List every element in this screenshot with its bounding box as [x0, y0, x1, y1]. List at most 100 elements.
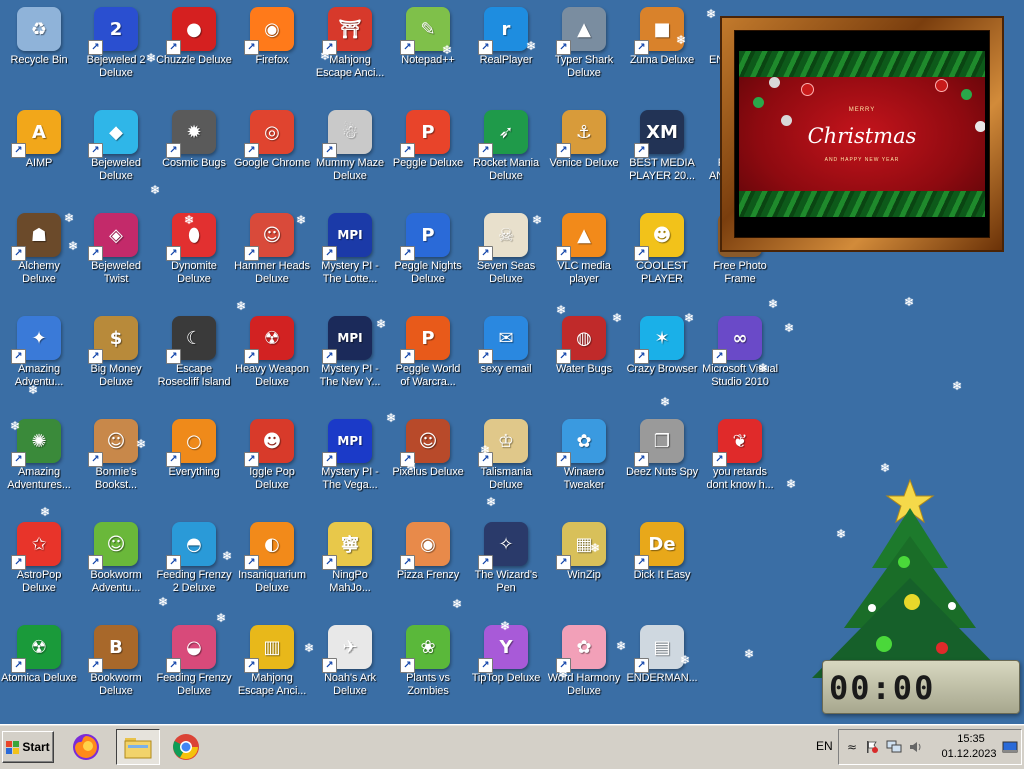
chrome-taskbar-button[interactable] [164, 729, 208, 765]
desktop-icon-label: Recycle Bin [10, 54, 68, 66]
desktop-icon-venice[interactable]: ⚓ ↗ Venice Deluxe [545, 103, 623, 203]
action-center-flag-icon[interactable] [863, 738, 881, 756]
explorer-taskbar-button[interactable] [116, 729, 160, 765]
desktop-icon-mystery-pi-vegas[interactable]: MPI ↗ Mystery PI - The Vega... [311, 412, 389, 512]
desktop-icon-enderman-window[interactable]: ▤ ↗ ENDERMAN... [623, 618, 701, 718]
desktop-icon-noahs-ark-dove[interactable]: ✈ ↗ Noah's Ark Deluxe [311, 618, 389, 718]
desktop-icon-atomica[interactable]: ☢ ↗ Atomica Deluxe [0, 618, 78, 718]
desktop-icon-talismania[interactable]: ♔ ↗ Talismania Deluxe [467, 412, 545, 512]
desktop-icon-notepad-plus-plus[interactable]: ✎ ↗ Notepad++ [389, 0, 467, 100]
desktop-icon-water-bugs[interactable]: ◍ ↗ Water Bugs [545, 309, 623, 409]
desktop-icon-aimp[interactable]: A ↗ AIMP [0, 103, 78, 203]
digital-clock-widget[interactable]: 00:00 [822, 660, 1020, 714]
desktop-icon-bookworm-adventures[interactable]: ☺ ↗ Bookworm Adventu... [77, 515, 155, 615]
desktop-icon-cosmic-bugs[interactable]: ✹ ↗ Cosmic Bugs [155, 103, 233, 203]
desktop-icon-heavy-weapon[interactable]: ☢ ↗ Heavy Weapon Deluxe [233, 309, 311, 409]
desktop-icon-word-harmony[interactable]: ✿ ↗ Word Harmony Deluxe [545, 618, 623, 718]
desktop-icon-chuzzle[interactable]: ● ↗ Chuzzle Deluxe [155, 0, 233, 100]
red-bird-icon: ❦ ↗ [712, 419, 762, 467]
desktop-icon-label: Winaero Tweaker [563, 466, 605, 491]
desktop-icon-label: Typer Shark Deluxe [554, 54, 614, 79]
tray-expand-chevron-icon[interactable]: ≈ [843, 738, 861, 756]
desktop-icon-bookworm[interactable]: B ↗ Bookworm Deluxe [77, 618, 155, 718]
desktop-icon-pixelus[interactable]: ☺ ↗ Pixelus Deluxe [389, 412, 467, 512]
desktop-icon-hammer-heads[interactable]: ☺ ↗ Hammer Heads Deluxe [233, 206, 311, 306]
desktop-icon-feeding-frenzy[interactable]: ◒ ↗ Feeding Frenzy Deluxe [155, 618, 233, 718]
desktop-icon-coolest-player[interactable]: ☻ ↗ COOLEST PLAYER [623, 206, 701, 306]
desktop-icon-ningpo-mahjong[interactable]: 寧 ↗ NingPo MahJo... [311, 515, 389, 615]
desktop-icon-everything-search[interactable]: ○ ↗ Everything [155, 412, 233, 512]
desktop-icon-de-letters[interactable]: De ↗ Dick It Easy [623, 515, 701, 615]
desktop-icon-pizza-frenzy[interactable]: ◉ ↗ Pizza Frenzy [389, 515, 467, 615]
language-indicator[interactable]: EN [816, 739, 833, 753]
tray-clock-time[interactable]: 15:35 [947, 733, 995, 745]
volume-icon[interactable] [907, 738, 925, 756]
desktop-icon-alchemy[interactable]: ☗ ↗ Alchemy Deluxe [0, 206, 78, 306]
desktop-icon-realplayer[interactable]: r ↗ RealPlayer [467, 0, 545, 100]
notepad-plus-plus-icon: ✎ ↗ [400, 7, 450, 55]
desktop-icon-winzip[interactable]: ▦ ↗ WinZip [545, 515, 623, 615]
desktop-icon-astropop[interactable]: ✩ ↗ AstroPop Deluxe [0, 515, 78, 615]
desktop-icon-label: Dynomite Deluxe [171, 260, 217, 285]
desktop-icon-amazing-adventures[interactable]: ✦ ↗ Amazing Adventu... [0, 309, 78, 409]
desktop-icon-label: Plants vs Zombies [406, 672, 450, 697]
desktop-icon-winaero-tweaker[interactable]: ✿ ↗ Winaero Tweaker [545, 412, 623, 512]
desktop-icon-wizards-pen[interactable]: ✧ ↗ The Wizard's Pen [467, 515, 545, 615]
desktop-icon-plants-vs-zombies[interactable]: ❀ ↗ Plants vs Zombies [389, 618, 467, 718]
desktop-icon-amazing-adventures-2[interactable]: ✺ ↗ Amazing Adventures... [0, 412, 78, 512]
desktop-icon-typer-shark[interactable]: ▲ ↗ Typer Shark Deluxe [545, 0, 623, 100]
desktop-icon-vlc[interactable]: ▲ ↗ VLC media player [545, 206, 623, 306]
enderman-window-icon: ▤ ↗ [634, 625, 684, 673]
tray-clock-date[interactable]: 01.12.2023 [939, 748, 999, 760]
desktop-icon-visual-studio[interactable]: ∞ ↗ Microsoft Visual Studio 2010 [701, 309, 779, 409]
desktop-icon-bejeweled[interactable]: ◆ ↗ Bejeweled Deluxe [77, 103, 155, 203]
desktop-icon-bonnies-bookstore[interactable]: ☺ ↗ Bonnie's Bookst... [77, 412, 155, 512]
chrome-icon: ◎ ↗ [244, 110, 294, 158]
desktop-icon-label: Seven Seas Deluxe [476, 260, 536, 285]
firefox-taskbar-button[interactable] [64, 729, 108, 765]
desktop[interactable]: ♻ Recycle Bin 2 ↗ Bejeweled 2 Deluxe ● ↗ Chuzzl… [0, 0, 1024, 724]
desktop-icon-tiptop[interactable]: Y ↗ TipTop Deluxe [467, 618, 545, 718]
system-tray: ≈ 15:35 01.12.2023 [838, 729, 1022, 765]
desktop-icon-big-money[interactable]: $ ↗ Big Money Deluxe [77, 309, 155, 409]
desktop-icon-dynomite[interactable]: ⬮ ↗ Dynomite Deluxe [155, 206, 233, 306]
desktop-icon-email[interactable]: ✉ ↗ sexy email [467, 309, 545, 409]
shortcut-arrow-icon: ↗ [634, 143, 649, 158]
desktop-icon-mahjong-gate[interactable]: ⛩ ↗ Mahjong Escape Anci... [311, 0, 389, 100]
desktop-icon-peggle-warcraft[interactable]: P ↗ Peggle World of Warcra... [389, 309, 467, 409]
desktop-icon-feeding-frenzy-2[interactable]: ◓ ↗ Feeding Frenzy 2 Deluxe [155, 515, 233, 615]
desktop-icon-recycle-bin[interactable]: ♻ Recycle Bin [0, 0, 78, 100]
shortcut-arrow-icon: ↗ [634, 658, 649, 673]
desktop-icon-mystery-pi-new-york[interactable]: MPI ↗ Mystery PI - The New Y... [311, 309, 389, 409]
network-icon[interactable] [885, 738, 903, 756]
desktop-icon-rocket-mania[interactable]: ➶ ↗ Rocket Mania Deluxe [467, 103, 545, 203]
start-button[interactable]: Start [2, 731, 54, 763]
desktop-icon-chrome[interactable]: ◎ ↗ Google Chrome [233, 103, 311, 203]
ornament [753, 97, 764, 108]
photo-frame-widget[interactable]: MERRY Christmas AND HAPPY NEW YEAR [720, 16, 1004, 252]
desktop-icon-escape-rosecliff[interactable]: ☾ ↗ Escape Rosecliff Island [155, 309, 233, 409]
desktop-icon-red-bird[interactable]: ❦ ↗ you retards dont know h... [701, 412, 779, 512]
show-desktop-icon[interactable] [1001, 738, 1019, 756]
tiptop-icon: Y ↗ [478, 625, 528, 673]
desktop-icon-crazy-browser[interactable]: ✶ ↗ Crazy Browser [623, 309, 701, 409]
desktop-icon-deez-nuts-spy[interactable]: ❐ ↗ Deez Nuts Spy [623, 412, 701, 512]
bejeweled-2-icon: 2 ↗ [88, 7, 138, 55]
shortcut-arrow-icon: ↗ [88, 40, 103, 55]
desktop-icon-peggle-nights[interactable]: P ↗ Peggle Nights Deluxe [389, 206, 467, 306]
snowflake-icon: ❄ [786, 477, 797, 491]
desktop-icon-peggle[interactable]: P ↗ Peggle Deluxe [389, 103, 467, 203]
desktop-icon-mummy-maze[interactable]: ☃ ↗ Mummy Maze Deluxe [311, 103, 389, 203]
desktop-icon-mahjong-tile[interactable]: ▥ ↗ Mahjong Escape Anci... [233, 618, 311, 718]
desktop-icon-firefox[interactable]: ◉ ↗ Firefox [233, 0, 311, 100]
desktop-icon-seven-seas[interactable]: ☠ ↗ Seven Seas Deluxe [467, 206, 545, 306]
desktop-icon-bejeweled-2[interactable]: 2 ↗ Bejeweled 2 Deluxe [77, 0, 155, 100]
desktop-icon-bejeweled-twist[interactable]: ◈ ↗ Bejeweled Twist [77, 206, 155, 306]
desktop-icon-mystery-pi-lottery[interactable]: MPI ↗ Mystery PI - The Lotte... [311, 206, 389, 306]
shortcut-arrow-icon: ↗ [166, 349, 181, 364]
desktop-icon-iggle-pop[interactable]: ☻ ↗ Iggle Pop Deluxe [233, 412, 311, 512]
desktop-icon-insaniquarium[interactable]: ◐ ↗ Insaniquarium Deluxe [233, 515, 311, 615]
plants-vs-zombies-icon: ❀ ↗ [400, 625, 450, 673]
desktop-icon-xm-play[interactable]: XM ↗ BEST MEDIA PLAYER 20... [623, 103, 701, 203]
desktop-icon-zuma[interactable]: ■ ↗ Zuma Deluxe [623, 0, 701, 100]
